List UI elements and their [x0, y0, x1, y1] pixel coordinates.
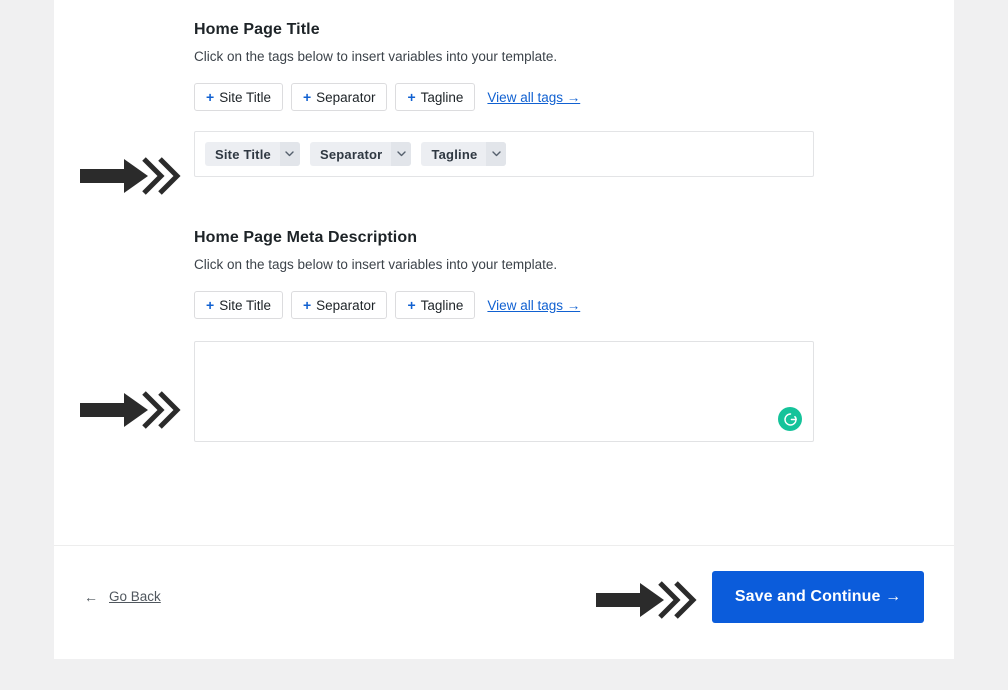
section-home-page-title: Home Page Title Click on the tags below …	[194, 20, 894, 177]
section-title-home-page-meta-description: Home Page Meta Description	[194, 229, 418, 246]
tag-button-site-title-1[interactable]: + Site Title	[194, 83, 283, 111]
plus-icon: +	[302, 297, 312, 313]
plus-icon: +	[302, 89, 312, 105]
plus-icon: +	[407, 297, 416, 313]
chip-separator[interactable]: Separator	[309, 142, 412, 166]
chip-label: Separator	[319, 146, 383, 162]
chevron-down-icon[interactable]	[279, 142, 300, 166]
save-and-continue-button[interactable]: Save and Continue →	[712, 571, 924, 623]
view-all-tags-link-2[interactable]: View all tags →	[487, 298, 580, 313]
section-description-home-page-meta-description: Click on the tags below to insert variab…	[194, 257, 558, 272]
card-body: Home Page Title Click on the tags below …	[54, 0, 954, 545]
chevron-down-icon[interactable]	[486, 142, 507, 166]
tag-button-label: Site Title	[219, 89, 271, 105]
tag-buttons-row-meta: + Site Title + Separator + Tagline View …	[194, 291, 894, 319]
chevron-down-icon[interactable]	[391, 142, 412, 166]
go-back-link[interactable]: ← Go Back	[84, 589, 161, 604]
tag-button-tagline-1[interactable]: + Tagline	[395, 83, 476, 111]
tag-button-separator-1[interactable]: + Separator	[290, 83, 388, 111]
plus-icon: +	[206, 89, 215, 105]
tag-button-label: Separator	[316, 89, 376, 105]
tag-button-label: Tagline	[420, 297, 464, 313]
wizard-card: Home Page Title Click on the tags below …	[54, 0, 954, 659]
home-page-meta-textarea[interactable]	[194, 341, 814, 442]
home-page-title-template-input[interactable]: Site Title Separator Tagline	[194, 131, 814, 177]
section-description-home-page-title: Click on the tags below to insert variab…	[194, 49, 558, 64]
tag-button-tagline-2[interactable]: + Tagline	[395, 291, 476, 319]
card-footer: ← Go Back Save and Continue →	[54, 545, 954, 659]
chip-label: Tagline	[431, 146, 478, 162]
plus-icon: +	[407, 89, 416, 105]
arrow-left-icon: ←	[84, 588, 98, 605]
section-title-home-page-title: Home Page Title	[194, 21, 320, 38]
chip-label: Site Title	[215, 146, 271, 162]
tag-button-label: Separator	[316, 297, 376, 313]
tag-button-label: Site Title	[219, 297, 271, 313]
grammarly-icon[interactable]	[778, 407, 802, 431]
tag-button-separator-2[interactable]: + Separator	[290, 291, 388, 319]
section-home-page-meta-description: Home Page Meta Description Click on the …	[194, 228, 894, 442]
chip-site-title[interactable]: Site Title	[205, 142, 300, 166]
view-all-tags-link-1[interactable]: View all tags →	[487, 90, 580, 105]
go-back-label: Go Back	[109, 589, 161, 604]
tag-buttons-row-title: + Site Title + Separator + Tagline View …	[194, 83, 894, 111]
chip-tagline[interactable]: Tagline	[421, 142, 507, 166]
tag-button-label: Tagline	[420, 89, 464, 105]
plus-icon: +	[206, 297, 215, 313]
tag-button-site-title-2[interactable]: + Site Title	[194, 291, 283, 319]
